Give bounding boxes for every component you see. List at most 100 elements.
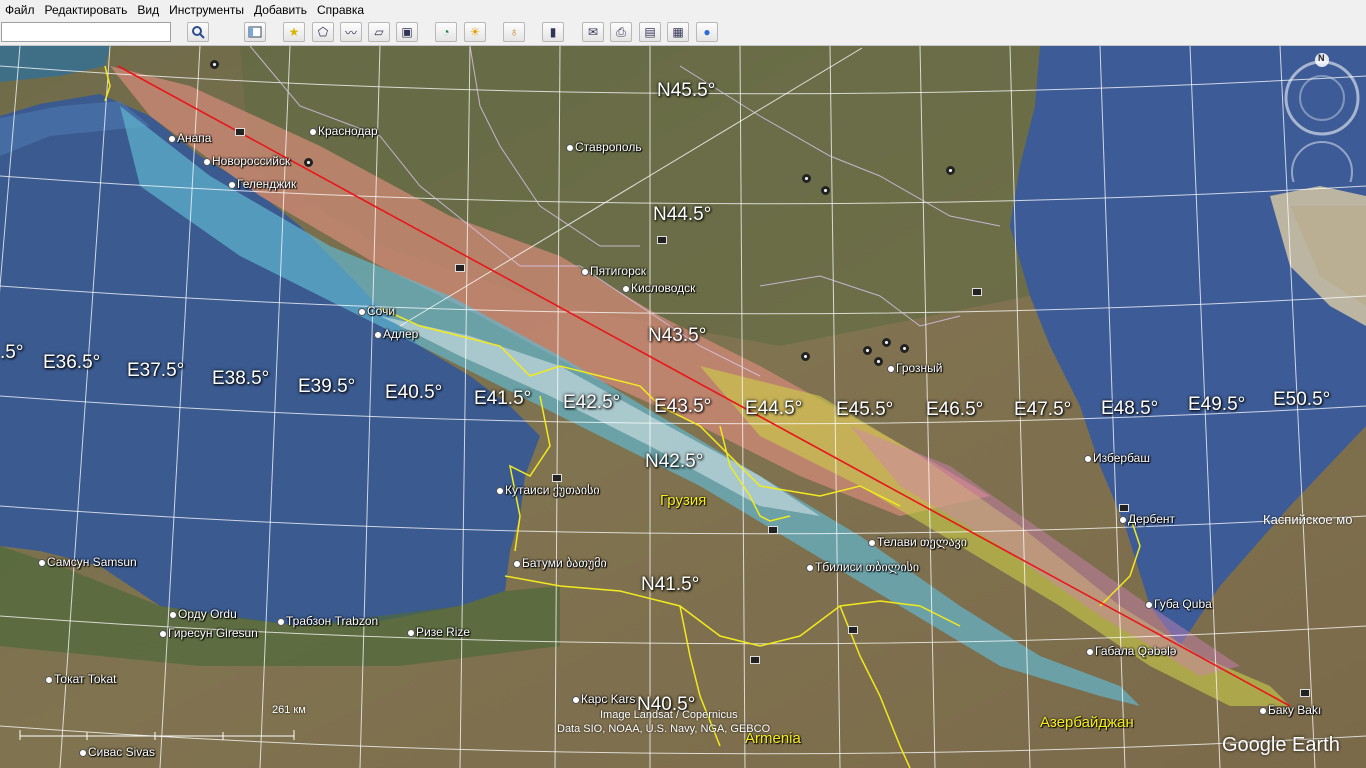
city-label[interactable]: Трабзон Trabzon <box>276 614 378 628</box>
city-label[interactable]: Адлер <box>373 327 418 341</box>
menu-help[interactable]: Справка <box>312 3 369 17</box>
city-label[interactable]: Сочи <box>357 304 395 318</box>
lon-label: E45.5° <box>836 399 894 420</box>
city-label[interactable]: Токат Tokat <box>45 672 117 686</box>
city-label[interactable]: Анапа <box>167 131 211 145</box>
poi-marker[interactable] <box>210 60 219 69</box>
poi-marker[interactable] <box>801 352 810 361</box>
path-icon: 〰 <box>344 25 357 40</box>
menu-tools[interactable]: Инструменты <box>164 3 249 17</box>
earth-gallery-button[interactable]: ● <box>696 22 718 42</box>
ruler-button[interactable]: ▮ <box>542 22 564 42</box>
email-icon: ✉ <box>587 25 599 39</box>
lon-label: E47.5° <box>1014 399 1072 420</box>
country-label: Грузия <box>660 492 707 509</box>
menu-view[interactable]: Вид <box>132 3 164 17</box>
lat-label: N45.5° <box>657 80 716 101</box>
city-label[interactable]: Карс Kars <box>571 692 635 706</box>
add-path-button[interactable]: 〰 <box>340 22 362 42</box>
lon-label: E37.5° <box>127 360 185 381</box>
city-label[interactable]: Пятигорск <box>580 264 646 278</box>
print-button[interactable]: ⎙ <box>610 22 632 42</box>
city-label[interactable]: Телави თელავი <box>868 535 967 549</box>
poi-marker[interactable] <box>304 158 313 167</box>
sunlight-button[interactable]: ☀ <box>464 22 486 42</box>
save-image-button[interactable]: ▤ <box>639 22 661 42</box>
city-label[interactable]: Ставрополь <box>566 140 642 154</box>
city-label[interactable]: Кутаиси ქუთაისი <box>496 483 600 497</box>
menu-bar: Файл Редактировать Вид Инструменты Добав… <box>0 0 1366 20</box>
lat-label: N43.5° <box>648 325 707 346</box>
add-overlay-button[interactable]: ▱ <box>368 22 390 42</box>
sidebar-button[interactable] <box>244 22 266 42</box>
add-polygon-button[interactable]: ⬠ <box>312 22 334 42</box>
city-label[interactable]: Губа Quba <box>1145 597 1212 611</box>
city-label[interactable]: Грозный <box>887 361 943 375</box>
historical-imagery-button[interactable]: ◔ <box>435 22 457 42</box>
city-label[interactable]: Кисловодск <box>621 281 695 295</box>
add-placemark-button[interactable]: ★ <box>283 22 305 42</box>
lon-label: E44.5° <box>745 398 803 419</box>
poi-marker[interactable] <box>863 346 872 355</box>
city-label[interactable]: Ризе Rize <box>406 625 470 639</box>
city-label[interactable]: Самсун Samsun <box>38 555 137 569</box>
city-label[interactable]: Краснодар <box>309 124 378 138</box>
city-label[interactable]: Орду Ordu <box>169 607 237 621</box>
email-button[interactable]: ✉ <box>582 22 604 42</box>
lat-label: N42.5° <box>645 451 704 472</box>
polygon-icon: ⬠ <box>317 25 329 39</box>
lon-label: E50.5° <box>1273 389 1331 410</box>
city-label[interactable]: Баку Bakı <box>1258 703 1321 717</box>
airport-icon[interactable] <box>1300 689 1310 697</box>
city-label[interactable]: Гиресун Giresun <box>159 626 258 640</box>
airport-icon[interactable] <box>235 128 245 136</box>
view-in-maps-button[interactable]: ▦ <box>667 22 689 42</box>
scale-label: 261 км <box>272 704 306 716</box>
poi-marker[interactable] <box>882 338 891 347</box>
sunlight-icon: ☀ <box>469 25 481 39</box>
ruler-icon: ▮ <box>549 25 557 39</box>
airport-icon[interactable] <box>657 236 667 244</box>
city-label[interactable]: Сивас Sivas <box>79 745 155 759</box>
city-label[interactable]: Габала Qəbələ <box>1085 644 1176 658</box>
poi-marker[interactable] <box>946 166 955 175</box>
menu-add[interactable]: Добавить <box>249 3 312 17</box>
airport-icon[interactable] <box>1119 504 1129 512</box>
menu-file[interactable]: Файл <box>0 3 40 17</box>
city-label[interactable]: Батуми ბათუმი <box>513 556 607 570</box>
poi-marker[interactable] <box>874 357 883 366</box>
airport-icon[interactable] <box>972 288 982 296</box>
search-input[interactable] <box>1 22 171 42</box>
city-label[interactable]: Тбилиси თბილისი <box>805 560 919 574</box>
airport-icon[interactable] <box>750 656 760 664</box>
airport-icon[interactable] <box>552 474 562 482</box>
planets-button[interactable]: ♁ <box>503 22 525 42</box>
airport-icon[interactable] <box>848 626 858 634</box>
search-icon <box>192 26 205 39</box>
google-earth-logo: Google Earth <box>1222 734 1340 756</box>
save-image-icon: ▤ <box>644 25 656 39</box>
overlay-icon: ▱ <box>374 25 384 39</box>
navigation-control[interactable]: N <box>1282 52 1364 182</box>
lat-label: N41.5° <box>641 574 700 595</box>
lon-label: E41.5° <box>474 388 532 409</box>
city-label[interactable]: Избербаш <box>1084 451 1150 465</box>
city-label[interactable]: Геленджик <box>227 177 296 191</box>
menu-edit[interactable]: Редактировать <box>40 3 133 17</box>
map-view[interactable]: N45.5° N44.5° N43.5° N42.5° N41.5° N40.5… <box>0 46 1366 768</box>
poi-marker[interactable] <box>900 344 909 353</box>
globe-icon: ● <box>703 25 711 39</box>
lon-label: E40.5° <box>385 382 443 403</box>
city-label[interactable]: Дербент <box>1118 512 1175 526</box>
city-label[interactable]: Новороссийск <box>202 154 290 168</box>
record-tour-button[interactable]: ▣ <box>396 22 418 42</box>
poi-marker[interactable] <box>821 186 830 195</box>
airport-icon[interactable] <box>768 526 778 534</box>
airport-icon[interactable] <box>455 264 465 272</box>
lon-label: E36.5° <box>43 352 101 373</box>
lon-label: E39.5° <box>298 376 356 397</box>
sea-label: Каспийское мо <box>1263 512 1353 527</box>
poi-marker[interactable] <box>802 174 811 183</box>
lon-label: E46.5° <box>926 399 984 420</box>
search-button[interactable] <box>187 22 209 42</box>
